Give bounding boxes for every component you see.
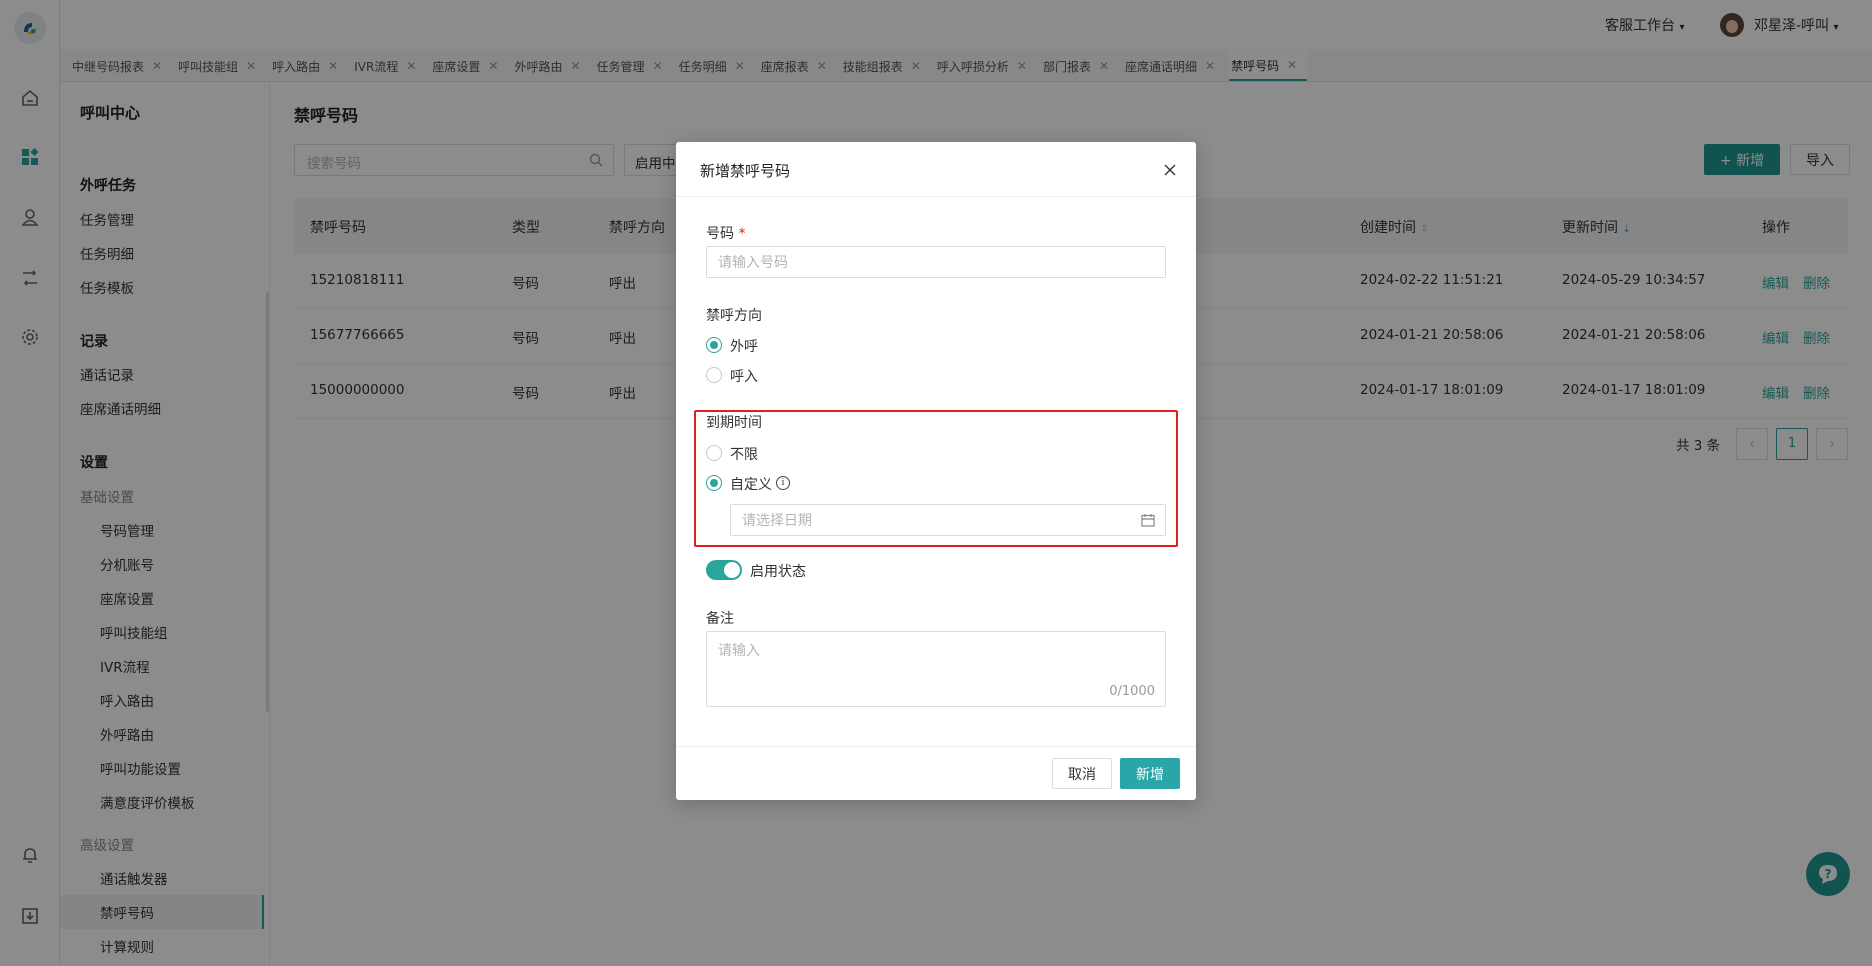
required-mark: * — [738, 226, 746, 242]
number-label: 号码 * — [706, 223, 745, 243]
direction-inbound-label[interactable]: 呼入 — [730, 366, 758, 386]
direction-inbound-radio[interactable] — [706, 367, 722, 383]
remark-counter: 0/1000 — [1109, 684, 1155, 699]
dialog-title: 新增禁呼号码 — [700, 162, 791, 180]
submit-button[interactable]: 新增 — [1120, 758, 1180, 789]
direction-label: 禁呼方向 — [706, 308, 762, 324]
expiry-custom-text: 自定义 — [730, 477, 772, 493]
cancel-button[interactable]: 取消 — [1052, 758, 1112, 789]
expiry-custom-label[interactable]: 自定义 — [730, 474, 772, 494]
remark-textarea[interactable]: 请输入 0/1000 — [706, 631, 1166, 707]
direction-outbound-radio[interactable] — [706, 337, 722, 353]
date-picker[interactable]: 请选择日期 — [730, 504, 1166, 536]
divider — [676, 196, 1196, 197]
remark-placeholder: 请输入 — [718, 643, 760, 659]
status-toggle[interactable] — [706, 560, 742, 580]
calendar-icon — [1141, 513, 1155, 531]
divider — [676, 746, 1196, 747]
number-label-text: 号码 — [706, 226, 734, 242]
direction-outbound-label[interactable]: 外呼 — [730, 336, 758, 356]
status-label: 启用状态 — [750, 564, 806, 580]
close-icon[interactable] — [1160, 160, 1180, 180]
number-input[interactable]: 请输入号码 — [706, 246, 1166, 278]
expiry-label: 到期时间 — [706, 415, 762, 431]
expiry-unlimited-radio[interactable] — [706, 445, 722, 461]
expiry-unlimited-label[interactable]: 不限 — [730, 444, 758, 464]
remark-label: 备注 — [706, 611, 734, 627]
info-icon[interactable]: i — [776, 476, 790, 490]
expiry-custom-radio[interactable] — [706, 475, 722, 491]
add-blocked-number-dialog: 新增禁呼号码 号码 * 请输入号码 禁呼方向 外呼 呼入 到期时间 不限 自定义… — [676, 142, 1196, 800]
number-placeholder: 请输入号码 — [718, 255, 788, 271]
date-placeholder: 请选择日期 — [742, 513, 812, 529]
